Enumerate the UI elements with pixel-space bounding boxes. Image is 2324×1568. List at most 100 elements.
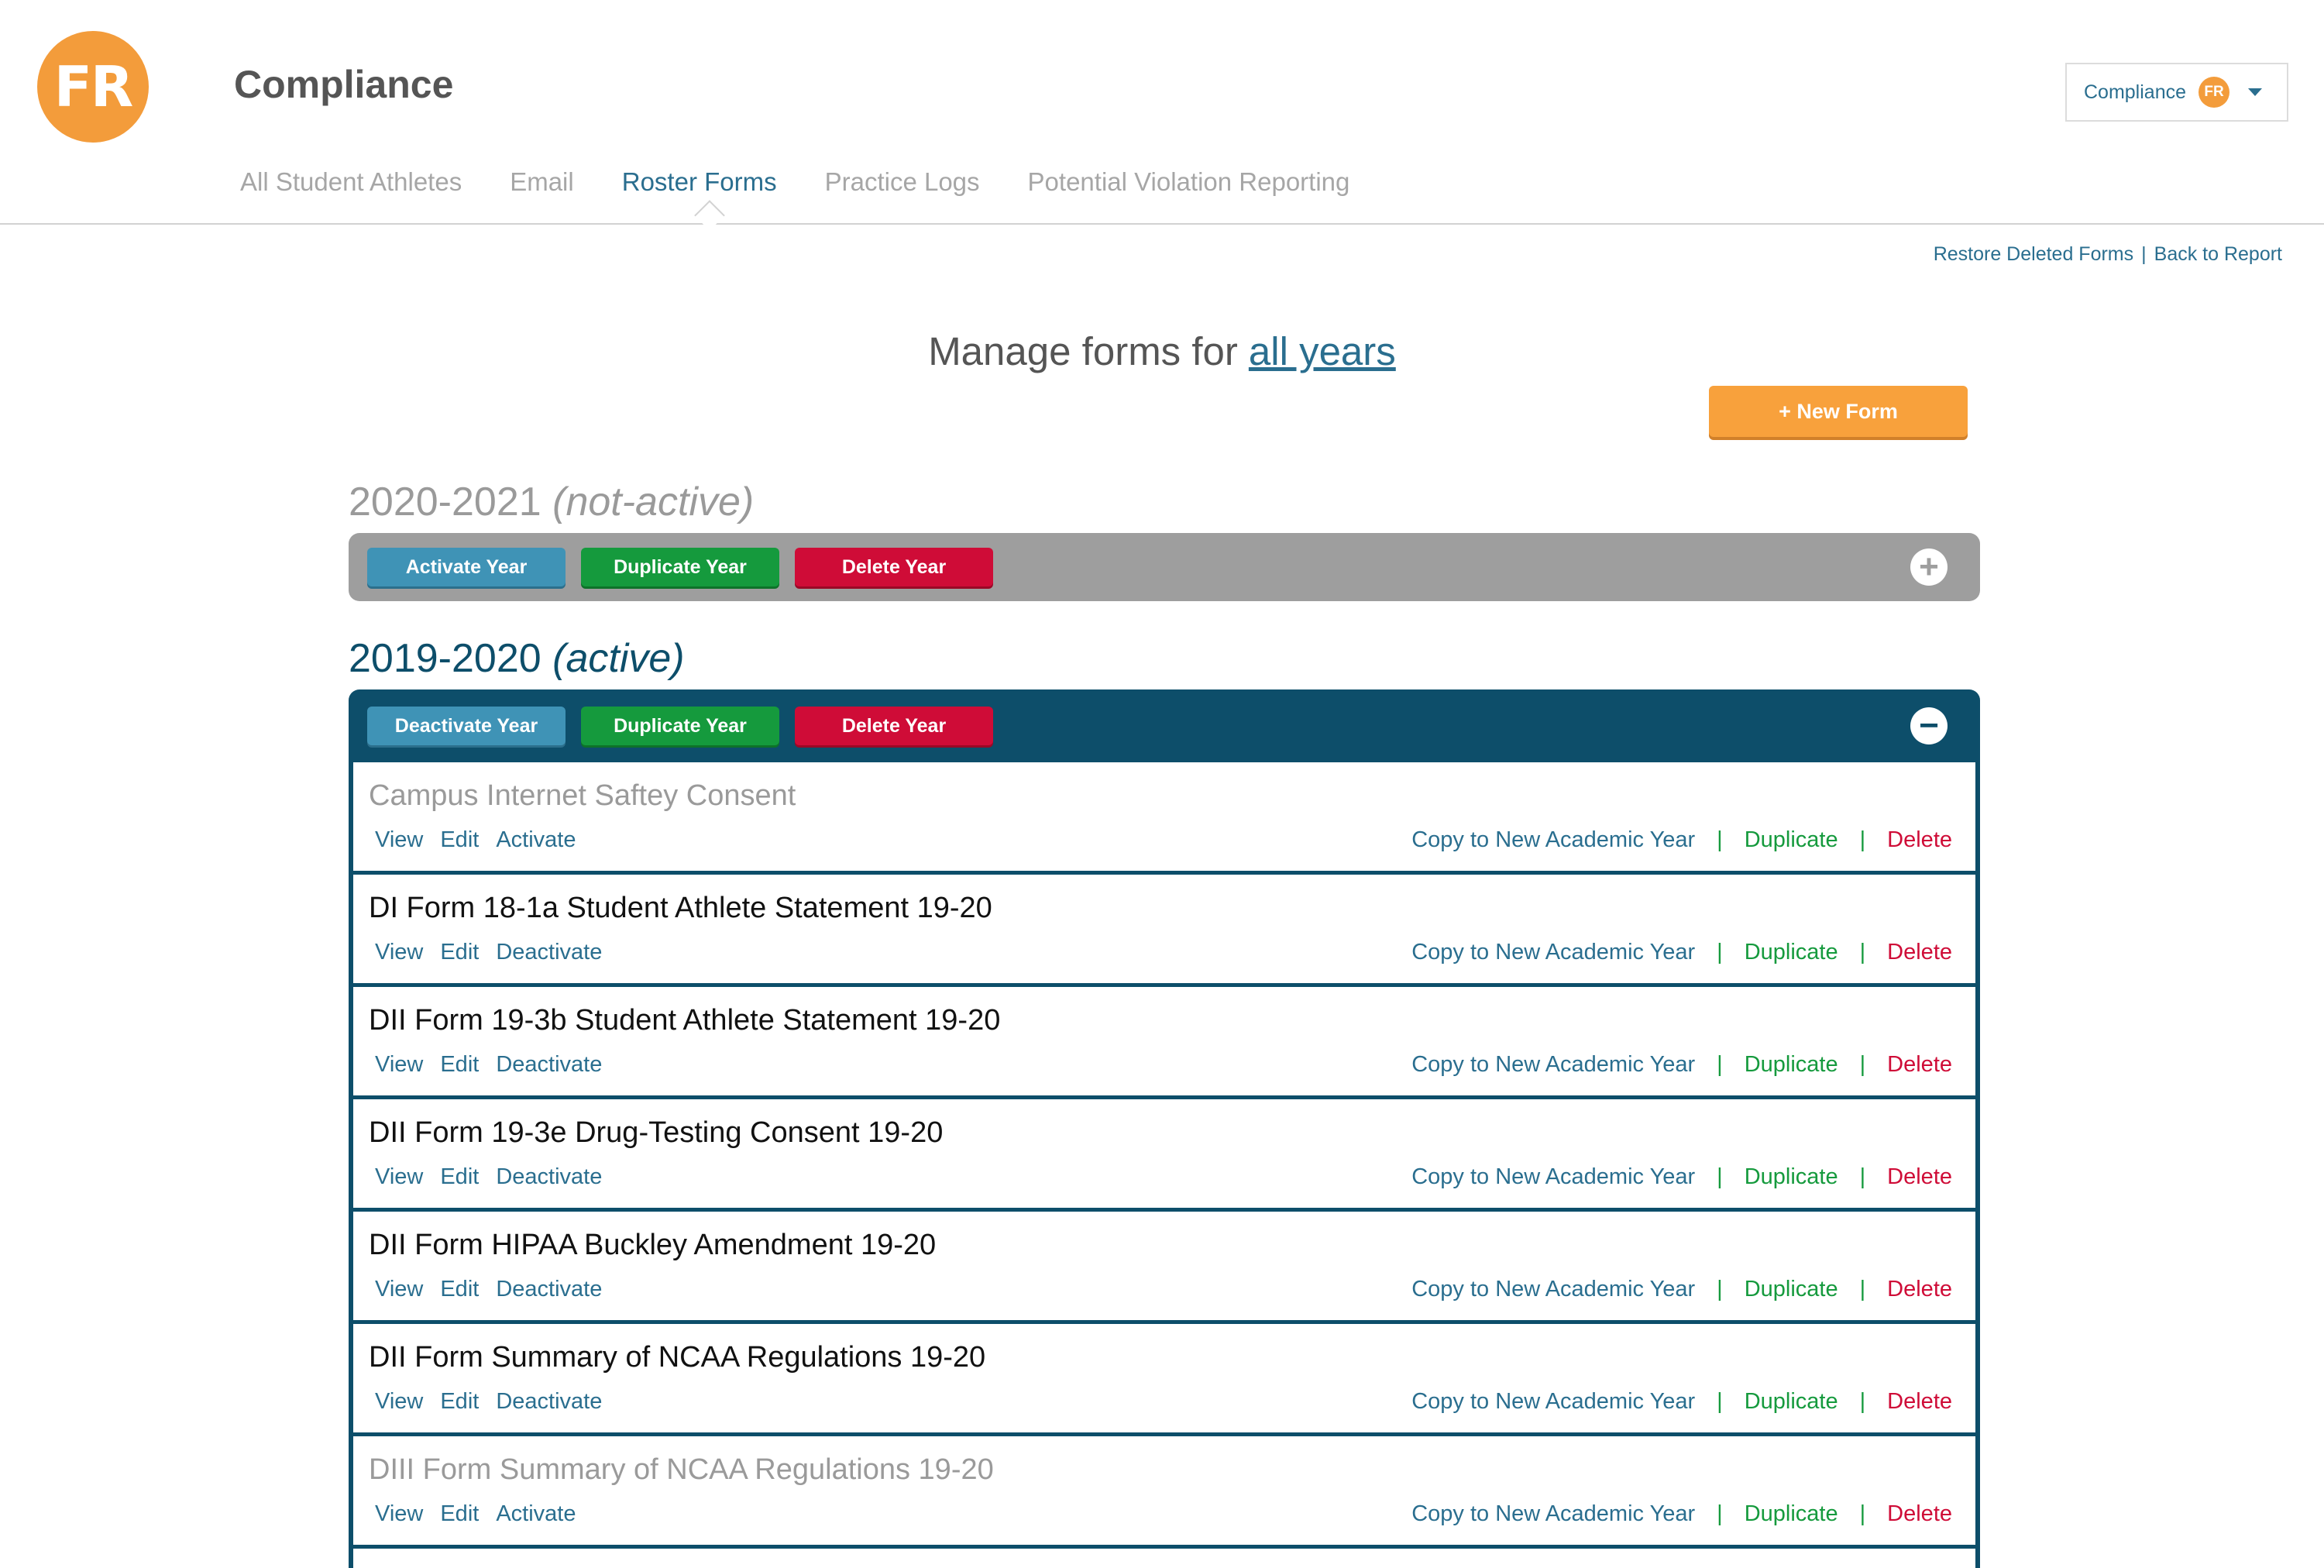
form-actions: View Edit Deactivate — [375, 940, 602, 965]
new-form-button[interactable]: + New Form — [1709, 386, 1968, 437]
action-separator: | — [1717, 1164, 1723, 1189]
tab-practice-logs[interactable]: Practice Logs — [825, 167, 980, 197]
duplicate-link[interactable]: Duplicate — [1745, 1052, 1838, 1078]
form-row: DII Form 19-3b Student Athlete Statement… — [353, 987, 1975, 1099]
activate-toggle-link[interactable]: Deactivate — [496, 1164, 602, 1190]
tab-email[interactable]: Email — [510, 167, 574, 197]
year-status: (not-active) — [552, 480, 755, 524]
action-separator: | — [1859, 827, 1866, 852]
activate-toggle-link[interactable]: Activate — [496, 1501, 576, 1527]
logo: FR — [37, 31, 149, 143]
app-title: Compliance — [234, 63, 454, 106]
view-link[interactable]: View — [375, 1389, 423, 1415]
manage-heading-text: Manage forms for — [928, 329, 1238, 373]
nav-tabs: All Student Athletes Email Roster Forms … — [240, 167, 1349, 197]
year-toolbar-2019-2020: Deactivate Year Duplicate Year Delete Ye… — [349, 689, 1980, 762]
delete-link[interactable]: Delete — [1887, 1389, 1952, 1415]
form-row: DII Form Summary of NCAA Regulations 19-… — [353, 1324, 1975, 1436]
delete-link[interactable]: Delete — [1887, 1501, 1952, 1527]
edit-link[interactable]: Edit — [440, 1052, 479, 1078]
tab-roster-forms[interactable]: Roster Forms — [622, 167, 777, 197]
view-link[interactable]: View — [375, 1164, 423, 1190]
year-range: 2020-2021 — [349, 480, 541, 524]
year-heading-2020-2021: 2020-2021 (not-active) — [349, 479, 754, 525]
activate-toggle-link[interactable]: Activate — [496, 827, 576, 853]
form-actions: View Edit Activate — [375, 827, 576, 853]
form-secondary-actions: Copy to New Academic Year | Duplicate | … — [1411, 1389, 1952, 1415]
forms-list: Campus Internet Saftey Consent View Edit… — [349, 762, 1980, 1568]
view-link[interactable]: View — [375, 1052, 423, 1078]
view-link[interactable]: View — [375, 1277, 423, 1302]
delete-link[interactable]: Delete — [1887, 940, 1952, 965]
restore-deleted-forms-link[interactable]: Restore Deleted Forms — [1934, 243, 2133, 265]
duplicate-link[interactable]: Duplicate — [1745, 1164, 1838, 1190]
view-link[interactable]: View — [375, 1501, 423, 1527]
user-avatar: FR — [2199, 77, 2230, 108]
duplicate-year-button[interactable]: Duplicate Year — [581, 707, 779, 745]
duplicate-link[interactable]: Duplicate — [1745, 940, 1838, 965]
form-actions: View Edit Activate — [375, 1501, 576, 1527]
back-to-report-link[interactable]: Back to Report — [2154, 243, 2282, 265]
year-status: (active) — [552, 636, 685, 681]
delete-year-button[interactable]: Delete Year — [795, 707, 993, 745]
form-title: DI Form 18-1a Student Athlete Statement … — [369, 892, 992, 924]
form-actions: View Edit Deactivate — [375, 1277, 602, 1302]
form-secondary-actions: Copy to New Academic Year | Duplicate | … — [1411, 1164, 1952, 1190]
action-separator: | — [1859, 1052, 1866, 1077]
tab-potential-violation-reporting[interactable]: Potential Violation Reporting — [1028, 167, 1350, 197]
duplicate-link[interactable]: Duplicate — [1745, 827, 1838, 853]
action-separator: | — [1717, 1501, 1723, 1526]
years-filter-link[interactable]: all years — [1249, 329, 1396, 373]
copy-to-new-year-link[interactable]: Copy to New Academic Year — [1411, 1389, 1695, 1415]
edit-link[interactable]: Edit — [440, 1389, 479, 1415]
form-actions: View Edit Deactivate — [375, 1164, 602, 1190]
copy-to-new-year-link[interactable]: Copy to New Academic Year — [1411, 827, 1695, 853]
action-separator: | — [1859, 1389, 1866, 1414]
expand-plus-icon[interactable]: + — [1910, 548, 1948, 586]
form-secondary-actions: Copy to New Academic Year | Duplicate | … — [1411, 827, 1952, 853]
delete-link[interactable]: Delete — [1887, 1052, 1952, 1078]
edit-link[interactable]: Edit — [440, 1164, 479, 1190]
view-link[interactable]: View — [375, 940, 423, 965]
view-link[interactable]: View — [375, 827, 423, 853]
copy-to-new-year-link[interactable]: Copy to New Academic Year — [1411, 940, 1695, 965]
delete-link[interactable]: Delete — [1887, 1164, 1952, 1190]
year-range: 2019-2020 — [349, 636, 541, 681]
activate-toggle-link[interactable]: Deactivate — [496, 1277, 602, 1302]
form-title: DII Form 19-3b Student Athlete Statement… — [369, 1004, 1001, 1037]
activate-year-button[interactable]: Activate Year — [367, 548, 566, 586]
form-title: DII Form HIPAA Buckley Amendment 19-20 — [369, 1229, 937, 1261]
collapse-minus-icon[interactable]: − — [1910, 707, 1948, 744]
user-menu-dropdown[interactable]: Compliance FR — [2065, 63, 2288, 122]
edit-link[interactable]: Edit — [440, 827, 479, 853]
copy-to-new-year-link[interactable]: Copy to New Academic Year — [1411, 1501, 1695, 1527]
chevron-down-icon — [2248, 88, 2263, 96]
year-heading-2019-2020: 2019-2020 (active) — [349, 635, 685, 682]
action-separator: | — [1717, 1277, 1723, 1302]
form-title: DII Form Summary of NCAA Regulations 19-… — [369, 1341, 986, 1374]
duplicate-year-button[interactable]: Duplicate Year — [581, 548, 779, 586]
action-separator: | — [1859, 940, 1866, 965]
form-row: DI Form 18-1a Student Athlete Statement … — [353, 875, 1975, 987]
deactivate-year-button[interactable]: Deactivate Year — [367, 707, 566, 745]
form-secondary-actions: Copy to New Academic Year | Duplicate | … — [1411, 1277, 1952, 1302]
edit-link[interactable]: Edit — [440, 940, 479, 965]
form-secondary-actions: Copy to New Academic Year | Duplicate | … — [1411, 1052, 1952, 1078]
activate-toggle-link[interactable]: Deactivate — [496, 940, 602, 965]
activate-toggle-link[interactable]: Deactivate — [496, 1052, 602, 1078]
copy-to-new-year-link[interactable]: Copy to New Academic Year — [1411, 1052, 1695, 1078]
tab-all-student-athletes[interactable]: All Student Athletes — [240, 167, 462, 197]
duplicate-link[interactable]: Duplicate — [1745, 1389, 1838, 1415]
copy-to-new-year-link[interactable]: Copy to New Academic Year — [1411, 1277, 1695, 1302]
form-row: DIII Form Summary of NCAA Regulations 19… — [353, 1436, 1975, 1549]
activate-toggle-link[interactable]: Deactivate — [496, 1389, 602, 1415]
duplicate-link[interactable]: Duplicate — [1745, 1501, 1838, 1527]
delete-year-button[interactable]: Delete Year — [795, 548, 993, 586]
delete-link[interactable]: Delete — [1887, 1277, 1952, 1302]
form-row: Campus Internet Saftey Consent View Edit… — [353, 762, 1975, 875]
delete-link[interactable]: Delete — [1887, 827, 1952, 853]
duplicate-link[interactable]: Duplicate — [1745, 1277, 1838, 1302]
edit-link[interactable]: Edit — [440, 1501, 479, 1527]
edit-link[interactable]: Edit — [440, 1277, 479, 1302]
copy-to-new-year-link[interactable]: Copy to New Academic Year — [1411, 1164, 1695, 1190]
